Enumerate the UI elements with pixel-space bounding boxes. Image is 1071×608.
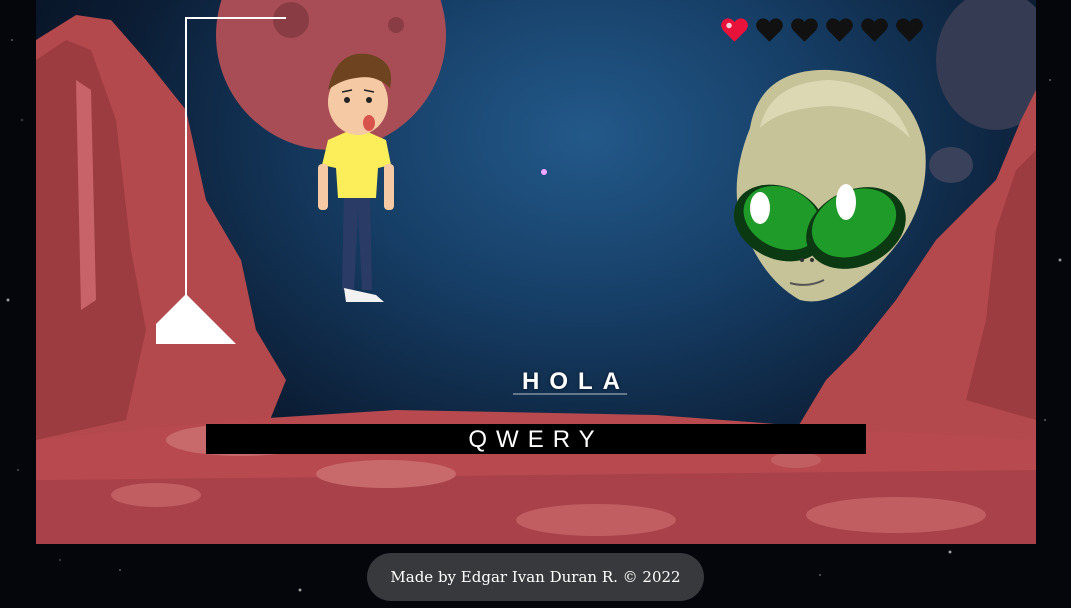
heart-lost-icon <box>861 18 888 42</box>
heart-lost-icon <box>791 18 818 42</box>
heart-full-icon <box>721 18 748 42</box>
hangman-figure <box>318 53 394 302</box>
word-underline <box>513 393 627 395</box>
gallows-base <box>156 294 236 344</box>
secret-word: HOLA <box>522 368 630 395</box>
asteroid <box>936 0 1036 130</box>
lives-hearts <box>720 16 924 44</box>
heart-lost-icon <box>896 18 923 42</box>
hangman-left-arm <box>318 164 328 210</box>
hangman-shoe <box>344 288 384 302</box>
game-scene: HOLA <box>36 0 1036 544</box>
hangman-shirt <box>322 132 391 198</box>
alien-head <box>733 69 926 302</box>
wrong-letters-bar: QWERY <box>206 424 866 454</box>
heart-lost-icon <box>756 18 783 42</box>
heart-lost-icon <box>826 18 853 42</box>
gallows <box>156 17 286 344</box>
footer-credit: Made by Edgar Ivan Duran R. © 2022 <box>367 553 704 601</box>
hangman-legs <box>342 190 372 290</box>
hangman-right-arm <box>384 164 394 210</box>
